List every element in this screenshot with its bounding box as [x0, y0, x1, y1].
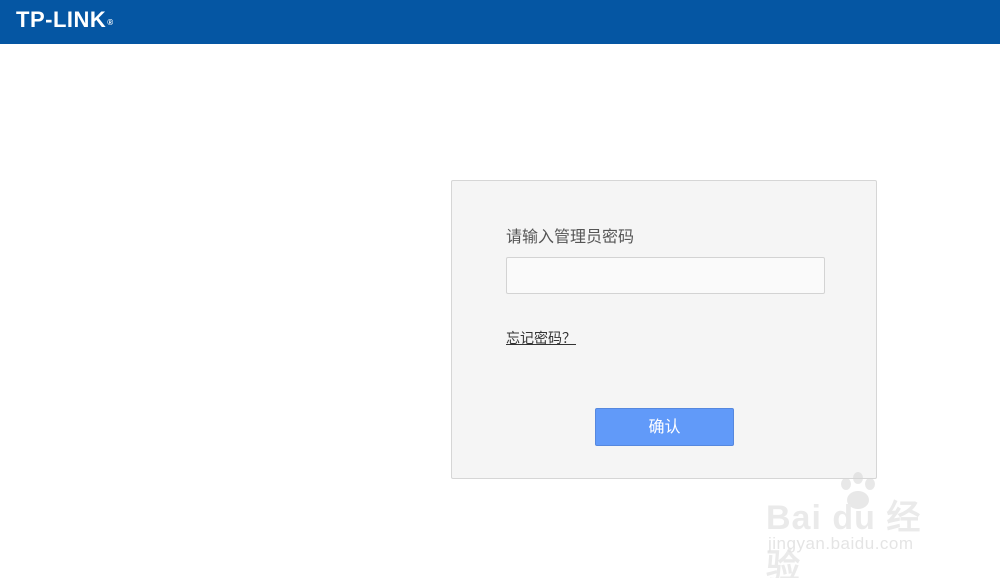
watermark-url: jingyan.baidu.com	[768, 534, 914, 553]
baidu-jingyan-watermark: Bai du 经验 jingyan.baidu.com	[762, 470, 952, 578]
login-panel: 请输入管理员密码 忘记密码？ 确认	[451, 180, 877, 479]
registered-mark: ®	[107, 18, 114, 27]
password-prompt-label: 请输入管理员密码	[506, 227, 635, 246]
confirm-button[interactable]: 确认	[595, 408, 734, 446]
tplink-logo: TP-LINK®	[16, 7, 114, 33]
page: TP-LINK® 请输入管理员密码 忘记密码？ 确认 Bai du 经验 jin…	[0, 0, 1000, 578]
forgot-password-link[interactable]: 忘记密码？	[506, 329, 576, 349]
admin-password-input[interactable]	[506, 257, 825, 294]
logo-text: TP-LINK	[16, 7, 107, 32]
header-bar: TP-LINK®	[0, 0, 1000, 44]
